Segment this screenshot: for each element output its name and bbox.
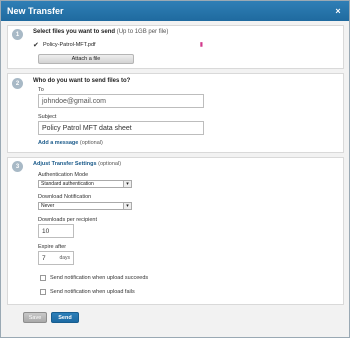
subject-field[interactable]: Policy Patrol MFT data sheet: [38, 121, 204, 135]
delete-file-icon[interactable]: ▮: [200, 41, 203, 48]
transfer-settings-optional-note: (optional): [98, 161, 122, 167]
notify-upload-success-label: Send notification when upload succeeds: [50, 275, 149, 281]
notify-upload-fail-checkbox[interactable]: [40, 289, 46, 295]
transfer-settings-heading[interactable]: Adjust Transfer Settings (optional): [33, 161, 121, 167]
download-notification-label: Download Notification: [38, 194, 92, 200]
downloads-per-recipient-label: Downloads per recipient: [38, 217, 98, 223]
expire-after-input[interactable]: 7 days: [38, 251, 74, 265]
file-size-limit-note: (Up to 1GB per file): [116, 29, 169, 35]
attached-file-row: ✔ Policy-Patrol-MFT.pdf ▮: [33, 40, 203, 49]
to-label: To: [38, 87, 44, 93]
expire-after-value[interactable]: 7: [42, 255, 46, 262]
send-button[interactable]: Send: [51, 312, 79, 323]
attached-file-name: Policy-Patrol-MFT.pdf: [43, 41, 96, 48]
downloads-per-recipient-input[interactable]: 10: [38, 224, 74, 238]
transfer-settings-heading-text[interactable]: Adjust Transfer Settings: [33, 161, 97, 167]
download-notification-select[interactable]: Never ▾: [38, 202, 132, 210]
notify-upload-fail-row[interactable]: Send notification when upload fails: [40, 289, 135, 295]
step-number-2: 2: [12, 78, 23, 89]
attach-file-button[interactable]: Attach a file: [38, 54, 134, 64]
add-message-link-text[interactable]: Add a message: [38, 140, 78, 146]
checkmark-icon: ✔: [33, 41, 39, 49]
add-message-optional-note: (optional): [79, 140, 103, 146]
select-files-section: 1 Select files you want to send (Up to 1…: [7, 25, 344, 69]
select-files-heading: Select files you want to send (Up to 1GB…: [33, 29, 168, 35]
recipients-heading: Who do you want to send files to?: [33, 78, 131, 84]
notify-upload-success-checkbox[interactable]: [40, 275, 46, 281]
subject-label: Subject: [38, 114, 57, 120]
add-message-link[interactable]: Add a message (optional): [38, 140, 103, 146]
dialog-titlebar: New Transfer ×: [1, 1, 349, 21]
close-icon[interactable]: ×: [333, 6, 343, 16]
transfer-settings-section: 3 Adjust Transfer Settings (optional) Au…: [7, 157, 344, 305]
step-number-1: 1: [12, 29, 23, 40]
step-number-3: 3: [12, 161, 23, 172]
authentication-mode-select[interactable]: Standard authentication ▾: [38, 180, 132, 188]
authentication-mode-value: Standard authentication: [41, 181, 94, 187]
to-field[interactable]: johndoe@gmail.com: [38, 94, 204, 108]
save-button[interactable]: Save: [23, 312, 47, 323]
new-transfer-dialog: New Transfer × 1 Select files you want t…: [0, 0, 350, 338]
notify-upload-fail-label: Send notification when upload fails: [50, 289, 135, 295]
chevron-down-icon[interactable]: ▾: [123, 181, 131, 187]
dialog-title: New Transfer: [7, 6, 64, 16]
download-notification-value: Never: [41, 203, 55, 209]
select-files-heading-text: Select files you want to send: [33, 29, 116, 35]
recipients-section: 2 Who do you want to send files to? To j…: [7, 73, 344, 153]
expire-unit-label: days: [59, 255, 70, 261]
chevron-down-icon[interactable]: ▾: [123, 203, 131, 209]
authentication-mode-label: Authentication Mode: [38, 172, 89, 178]
expire-after-label: Expire after: [38, 244, 67, 250]
notify-upload-success-row[interactable]: Send notification when upload succeeds: [40, 275, 148, 281]
